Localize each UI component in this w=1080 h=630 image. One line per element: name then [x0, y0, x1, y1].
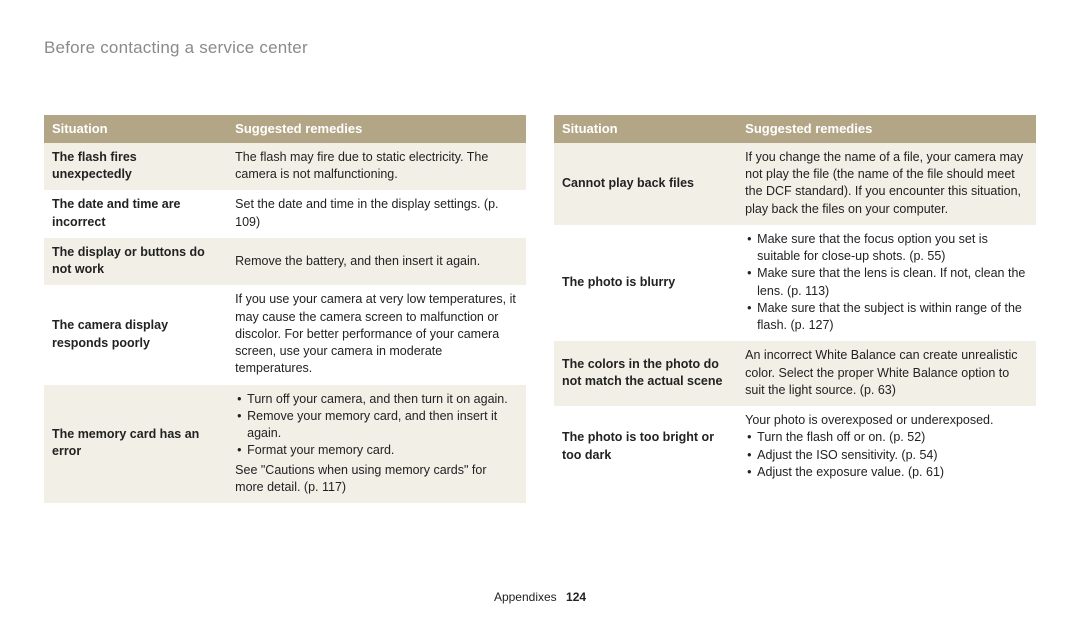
remedy-cell: An incorrect White Balance can create un…	[737, 341, 1036, 406]
situation-cell: The camera display responds poorly	[44, 285, 227, 384]
situation-cell: The flash fires unexpectedly	[44, 143, 227, 191]
remedy-bullet-list: Make sure that the focus option you set …	[745, 231, 1028, 335]
remedy-bullet: Make sure that the subject is within ran…	[745, 300, 1028, 335]
situation-cell: The colors in the photo do not match the…	[554, 341, 737, 406]
remedy-text: The flash may fire due to static electri…	[235, 149, 518, 184]
table-row: The display or buttons do not work Remove…	[44, 238, 526, 286]
remedy-text: Remove the battery, and then insert it a…	[235, 253, 518, 270]
table-row: The photo is blurryMake sure that the fo…	[554, 225, 1036, 342]
header-remedies: Suggested remedies	[227, 115, 526, 143]
left-column: Situation Suggested remedies The flash f…	[44, 115, 526, 503]
remedy-bullet: Make sure that the focus option you set …	[745, 231, 1028, 266]
situation-cell: The display or buttons do not work	[44, 238, 227, 286]
situation-cell: The memory card has an error	[44, 385, 227, 504]
header-situation: Situation	[554, 115, 737, 143]
remedy-cell: Set the date and time in the display set…	[227, 190, 526, 238]
remedy-bullet-list: Turn the flash off or on. (p. 52)Adjust …	[745, 429, 1028, 481]
header-situation: Situation	[44, 115, 227, 143]
troubleshooting-table-left: Situation Suggested remedies The flash f…	[44, 115, 526, 503]
remedy-cell: Remove the battery, and then insert it a…	[227, 238, 526, 286]
table-row: The memory card has an error Turn off you…	[44, 385, 526, 504]
remedy-cell: Turn off your camera, and then turn it o…	[227, 385, 526, 504]
remedy-text: Set the date and time in the display set…	[235, 196, 518, 231]
table-row: The camera display responds poorlyIf you…	[44, 285, 526, 384]
situation-cell: The photo is blurry	[554, 225, 737, 342]
table-row: The photo is too bright or too dark Your …	[554, 406, 1036, 488]
remedy-text: If you use your camera at very low tempe…	[235, 291, 518, 377]
remedy-bullet: Adjust the ISO sensitivity. (p. 54)	[745, 447, 1028, 464]
remedy-cell: Make sure that the focus option you set …	[737, 225, 1036, 342]
troubleshooting-table-right: Situation Suggested remedies Cannot play…	[554, 115, 1036, 488]
content-columns: Situation Suggested remedies The flash f…	[44, 115, 1036, 503]
table-row: The colors in the photo do not match the…	[554, 341, 1036, 406]
right-column: Situation Suggested remedies Cannot play…	[554, 115, 1036, 503]
remedy-bullet: Turn the flash off or on. (p. 52)	[745, 429, 1028, 446]
remedy-text: See "Cautions when using memory cards" f…	[235, 462, 518, 497]
remedy-bullet: Turn off your camera, and then turn it o…	[235, 391, 518, 408]
remedy-cell: The flash may fire due to static electri…	[227, 143, 526, 191]
situation-cell: The photo is too bright or too dark	[554, 406, 737, 488]
remedy-bullet: Remove your memory card, and then insert…	[235, 408, 518, 443]
footer-page-number: 124	[566, 590, 586, 604]
remedy-bullet-list: Turn off your camera, and then turn it o…	[235, 391, 518, 460]
page-title: Before contacting a service center	[44, 38, 308, 58]
situation-cell: The date and time are incorrect	[44, 190, 227, 238]
table-row: The flash fires unexpectedlyThe flash ma…	[44, 143, 526, 191]
remedy-cell: If you use your camera at very low tempe…	[227, 285, 526, 384]
remedy-bullet: Make sure that the lens is clean. If not…	[745, 265, 1028, 300]
table-row: The date and time are incorrectSet the d…	[44, 190, 526, 238]
header-remedies: Suggested remedies	[737, 115, 1036, 143]
page-footer: Appendixes 124	[0, 590, 1080, 604]
remedy-cell: If you change the name of a file, your c…	[737, 143, 1036, 225]
remedy-text: If you change the name of a file, your c…	[745, 149, 1028, 218]
footer-section-label: Appendixes	[494, 590, 557, 604]
remedy-cell: Your photo is overexposed or underexpose…	[737, 406, 1036, 488]
remedy-text: Your photo is overexposed or underexpose…	[745, 412, 1028, 429]
remedy-bullet: Adjust the exposure value. (p. 61)	[745, 464, 1028, 481]
situation-cell: Cannot play back files	[554, 143, 737, 225]
remedy-bullet: Format your memory card.	[235, 442, 518, 459]
remedy-text: An incorrect White Balance can create un…	[745, 347, 1028, 399]
table-row: Cannot play back filesIf you change the …	[554, 143, 1036, 225]
